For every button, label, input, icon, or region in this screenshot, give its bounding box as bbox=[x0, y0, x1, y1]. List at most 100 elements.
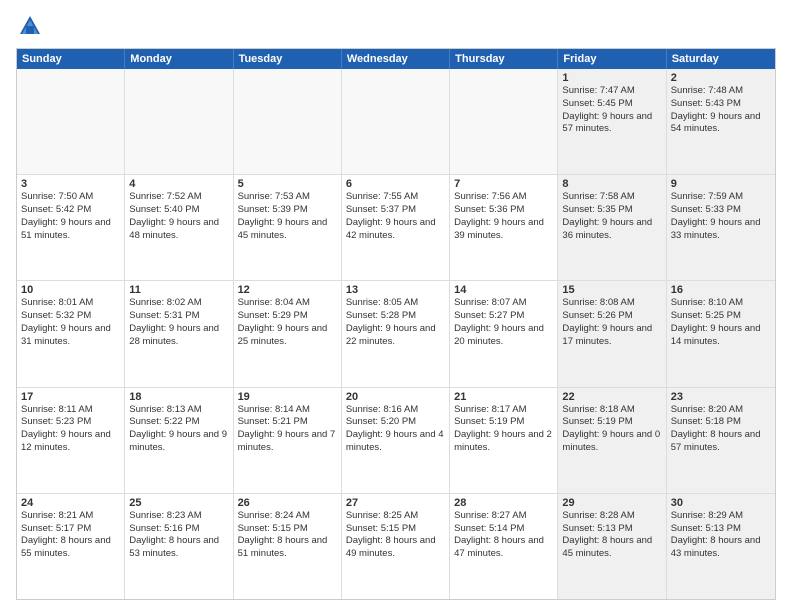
cal-header-tuesday: Tuesday bbox=[234, 49, 342, 69]
day-number: 12 bbox=[238, 284, 337, 296]
day-number: 20 bbox=[346, 391, 445, 403]
cal-cell-4-6: 30Sunrise: 8:29 AM Sunset: 5:13 PM Dayli… bbox=[667, 494, 775, 599]
cal-cell-4-1: 25Sunrise: 8:23 AM Sunset: 5:16 PM Dayli… bbox=[125, 494, 233, 599]
cell-info: Sunrise: 8:05 AM Sunset: 5:28 PM Dayligh… bbox=[346, 297, 445, 348]
calendar-header-row: SundayMondayTuesdayWednesdayThursdayFrid… bbox=[17, 49, 775, 69]
cal-row-3: 17Sunrise: 8:11 AM Sunset: 5:23 PM Dayli… bbox=[17, 388, 775, 494]
cell-info: Sunrise: 7:48 AM Sunset: 5:43 PM Dayligh… bbox=[671, 85, 771, 136]
cell-info: Sunrise: 8:20 AM Sunset: 5:18 PM Dayligh… bbox=[671, 404, 771, 455]
cal-header-saturday: Saturday bbox=[667, 49, 775, 69]
cal-cell-4-2: 26Sunrise: 8:24 AM Sunset: 5:15 PM Dayli… bbox=[234, 494, 342, 599]
cell-info: Sunrise: 7:53 AM Sunset: 5:39 PM Dayligh… bbox=[238, 191, 337, 242]
day-number: 11 bbox=[129, 284, 228, 296]
cell-info: Sunrise: 8:17 AM Sunset: 5:19 PM Dayligh… bbox=[454, 404, 553, 455]
logo-icon bbox=[16, 12, 44, 40]
cal-cell-2-0: 10Sunrise: 8:01 AM Sunset: 5:32 PM Dayli… bbox=[17, 281, 125, 386]
cell-info: Sunrise: 8:13 AM Sunset: 5:22 PM Dayligh… bbox=[129, 404, 228, 455]
cal-cell-4-0: 24Sunrise: 8:21 AM Sunset: 5:17 PM Dayli… bbox=[17, 494, 125, 599]
header bbox=[16, 12, 776, 40]
day-number: 23 bbox=[671, 391, 771, 403]
day-number: 9 bbox=[671, 178, 771, 190]
day-number: 2 bbox=[671, 72, 771, 84]
cal-cell-1-6: 9Sunrise: 7:59 AM Sunset: 5:33 PM Daylig… bbox=[667, 175, 775, 280]
cell-info: Sunrise: 8:10 AM Sunset: 5:25 PM Dayligh… bbox=[671, 297, 771, 348]
cell-info: Sunrise: 8:21 AM Sunset: 5:17 PM Dayligh… bbox=[21, 510, 120, 561]
day-number: 24 bbox=[21, 497, 120, 509]
cell-info: Sunrise: 8:01 AM Sunset: 5:32 PM Dayligh… bbox=[21, 297, 120, 348]
cal-cell-2-3: 13Sunrise: 8:05 AM Sunset: 5:28 PM Dayli… bbox=[342, 281, 450, 386]
day-number: 14 bbox=[454, 284, 553, 296]
cell-info: Sunrise: 7:50 AM Sunset: 5:42 PM Dayligh… bbox=[21, 191, 120, 242]
cal-cell-1-0: 3Sunrise: 7:50 AM Sunset: 5:42 PM Daylig… bbox=[17, 175, 125, 280]
cal-cell-3-5: 22Sunrise: 8:18 AM Sunset: 5:19 PM Dayli… bbox=[558, 388, 666, 493]
cal-cell-1-3: 6Sunrise: 7:55 AM Sunset: 5:37 PM Daylig… bbox=[342, 175, 450, 280]
cell-info: Sunrise: 7:47 AM Sunset: 5:45 PM Dayligh… bbox=[562, 85, 661, 136]
day-number: 29 bbox=[562, 497, 661, 509]
cal-cell-0-1 bbox=[125, 69, 233, 174]
day-number: 4 bbox=[129, 178, 228, 190]
cell-info: Sunrise: 8:08 AM Sunset: 5:26 PM Dayligh… bbox=[562, 297, 661, 348]
cell-info: Sunrise: 8:11 AM Sunset: 5:23 PM Dayligh… bbox=[21, 404, 120, 455]
day-number: 22 bbox=[562, 391, 661, 403]
cal-cell-3-2: 19Sunrise: 8:14 AM Sunset: 5:21 PM Dayli… bbox=[234, 388, 342, 493]
cal-cell-3-3: 20Sunrise: 8:16 AM Sunset: 5:20 PM Dayli… bbox=[342, 388, 450, 493]
day-number: 17 bbox=[21, 391, 120, 403]
cal-cell-1-2: 5Sunrise: 7:53 AM Sunset: 5:39 PM Daylig… bbox=[234, 175, 342, 280]
cal-cell-2-4: 14Sunrise: 8:07 AM Sunset: 5:27 PM Dayli… bbox=[450, 281, 558, 386]
cal-cell-2-5: 15Sunrise: 8:08 AM Sunset: 5:26 PM Dayli… bbox=[558, 281, 666, 386]
page: SundayMondayTuesdayWednesdayThursdayFrid… bbox=[0, 0, 792, 612]
cell-info: Sunrise: 8:28 AM Sunset: 5:13 PM Dayligh… bbox=[562, 510, 661, 561]
cell-info: Sunrise: 8:24 AM Sunset: 5:15 PM Dayligh… bbox=[238, 510, 337, 561]
cal-cell-2-6: 16Sunrise: 8:10 AM Sunset: 5:25 PM Dayli… bbox=[667, 281, 775, 386]
cal-cell-3-4: 21Sunrise: 8:17 AM Sunset: 5:19 PM Dayli… bbox=[450, 388, 558, 493]
cal-cell-3-1: 18Sunrise: 8:13 AM Sunset: 5:22 PM Dayli… bbox=[125, 388, 233, 493]
cal-header-sunday: Sunday bbox=[17, 49, 125, 69]
cal-header-monday: Monday bbox=[125, 49, 233, 69]
cell-info: Sunrise: 8:27 AM Sunset: 5:14 PM Dayligh… bbox=[454, 510, 553, 561]
day-number: 10 bbox=[21, 284, 120, 296]
cell-info: Sunrise: 7:52 AM Sunset: 5:40 PM Dayligh… bbox=[129, 191, 228, 242]
cell-info: Sunrise: 8:16 AM Sunset: 5:20 PM Dayligh… bbox=[346, 404, 445, 455]
day-number: 6 bbox=[346, 178, 445, 190]
cell-info: Sunrise: 8:04 AM Sunset: 5:29 PM Dayligh… bbox=[238, 297, 337, 348]
cal-cell-3-6: 23Sunrise: 8:20 AM Sunset: 5:18 PM Dayli… bbox=[667, 388, 775, 493]
day-number: 18 bbox=[129, 391, 228, 403]
day-number: 1 bbox=[562, 72, 661, 84]
cal-cell-3-0: 17Sunrise: 8:11 AM Sunset: 5:23 PM Dayli… bbox=[17, 388, 125, 493]
cal-cell-0-0 bbox=[17, 69, 125, 174]
cal-cell-1-1: 4Sunrise: 7:52 AM Sunset: 5:40 PM Daylig… bbox=[125, 175, 233, 280]
cal-row-1: 3Sunrise: 7:50 AM Sunset: 5:42 PM Daylig… bbox=[17, 175, 775, 281]
cal-cell-1-4: 7Sunrise: 7:56 AM Sunset: 5:36 PM Daylig… bbox=[450, 175, 558, 280]
cell-info: Sunrise: 8:25 AM Sunset: 5:15 PM Dayligh… bbox=[346, 510, 445, 561]
day-number: 28 bbox=[454, 497, 553, 509]
cell-info: Sunrise: 7:56 AM Sunset: 5:36 PM Dayligh… bbox=[454, 191, 553, 242]
cell-info: Sunrise: 8:18 AM Sunset: 5:19 PM Dayligh… bbox=[562, 404, 661, 455]
day-number: 26 bbox=[238, 497, 337, 509]
cal-cell-4-5: 29Sunrise: 8:28 AM Sunset: 5:13 PM Dayli… bbox=[558, 494, 666, 599]
cal-cell-0-5: 1Sunrise: 7:47 AM Sunset: 5:45 PM Daylig… bbox=[558, 69, 666, 174]
cal-cell-0-3 bbox=[342, 69, 450, 174]
cell-info: Sunrise: 8:02 AM Sunset: 5:31 PM Dayligh… bbox=[129, 297, 228, 348]
day-number: 13 bbox=[346, 284, 445, 296]
day-number: 27 bbox=[346, 497, 445, 509]
day-number: 25 bbox=[129, 497, 228, 509]
day-number: 30 bbox=[671, 497, 771, 509]
cell-info: Sunrise: 7:58 AM Sunset: 5:35 PM Dayligh… bbox=[562, 191, 661, 242]
cal-header-thursday: Thursday bbox=[450, 49, 558, 69]
cal-header-friday: Friday bbox=[558, 49, 666, 69]
cell-info: Sunrise: 7:59 AM Sunset: 5:33 PM Dayligh… bbox=[671, 191, 771, 242]
day-number: 15 bbox=[562, 284, 661, 296]
cal-cell-0-2 bbox=[234, 69, 342, 174]
day-number: 16 bbox=[671, 284, 771, 296]
cal-cell-0-6: 2Sunrise: 7:48 AM Sunset: 5:43 PM Daylig… bbox=[667, 69, 775, 174]
cal-row-0: 1Sunrise: 7:47 AM Sunset: 5:45 PM Daylig… bbox=[17, 69, 775, 175]
day-number: 8 bbox=[562, 178, 661, 190]
day-number: 5 bbox=[238, 178, 337, 190]
cal-cell-4-3: 27Sunrise: 8:25 AM Sunset: 5:15 PM Dayli… bbox=[342, 494, 450, 599]
cell-info: Sunrise: 8:23 AM Sunset: 5:16 PM Dayligh… bbox=[129, 510, 228, 561]
day-number: 19 bbox=[238, 391, 337, 403]
day-number: 3 bbox=[21, 178, 120, 190]
calendar-body: 1Sunrise: 7:47 AM Sunset: 5:45 PM Daylig… bbox=[17, 69, 775, 599]
cell-info: Sunrise: 8:29 AM Sunset: 5:13 PM Dayligh… bbox=[671, 510, 771, 561]
cell-info: Sunrise: 8:07 AM Sunset: 5:27 PM Dayligh… bbox=[454, 297, 553, 348]
